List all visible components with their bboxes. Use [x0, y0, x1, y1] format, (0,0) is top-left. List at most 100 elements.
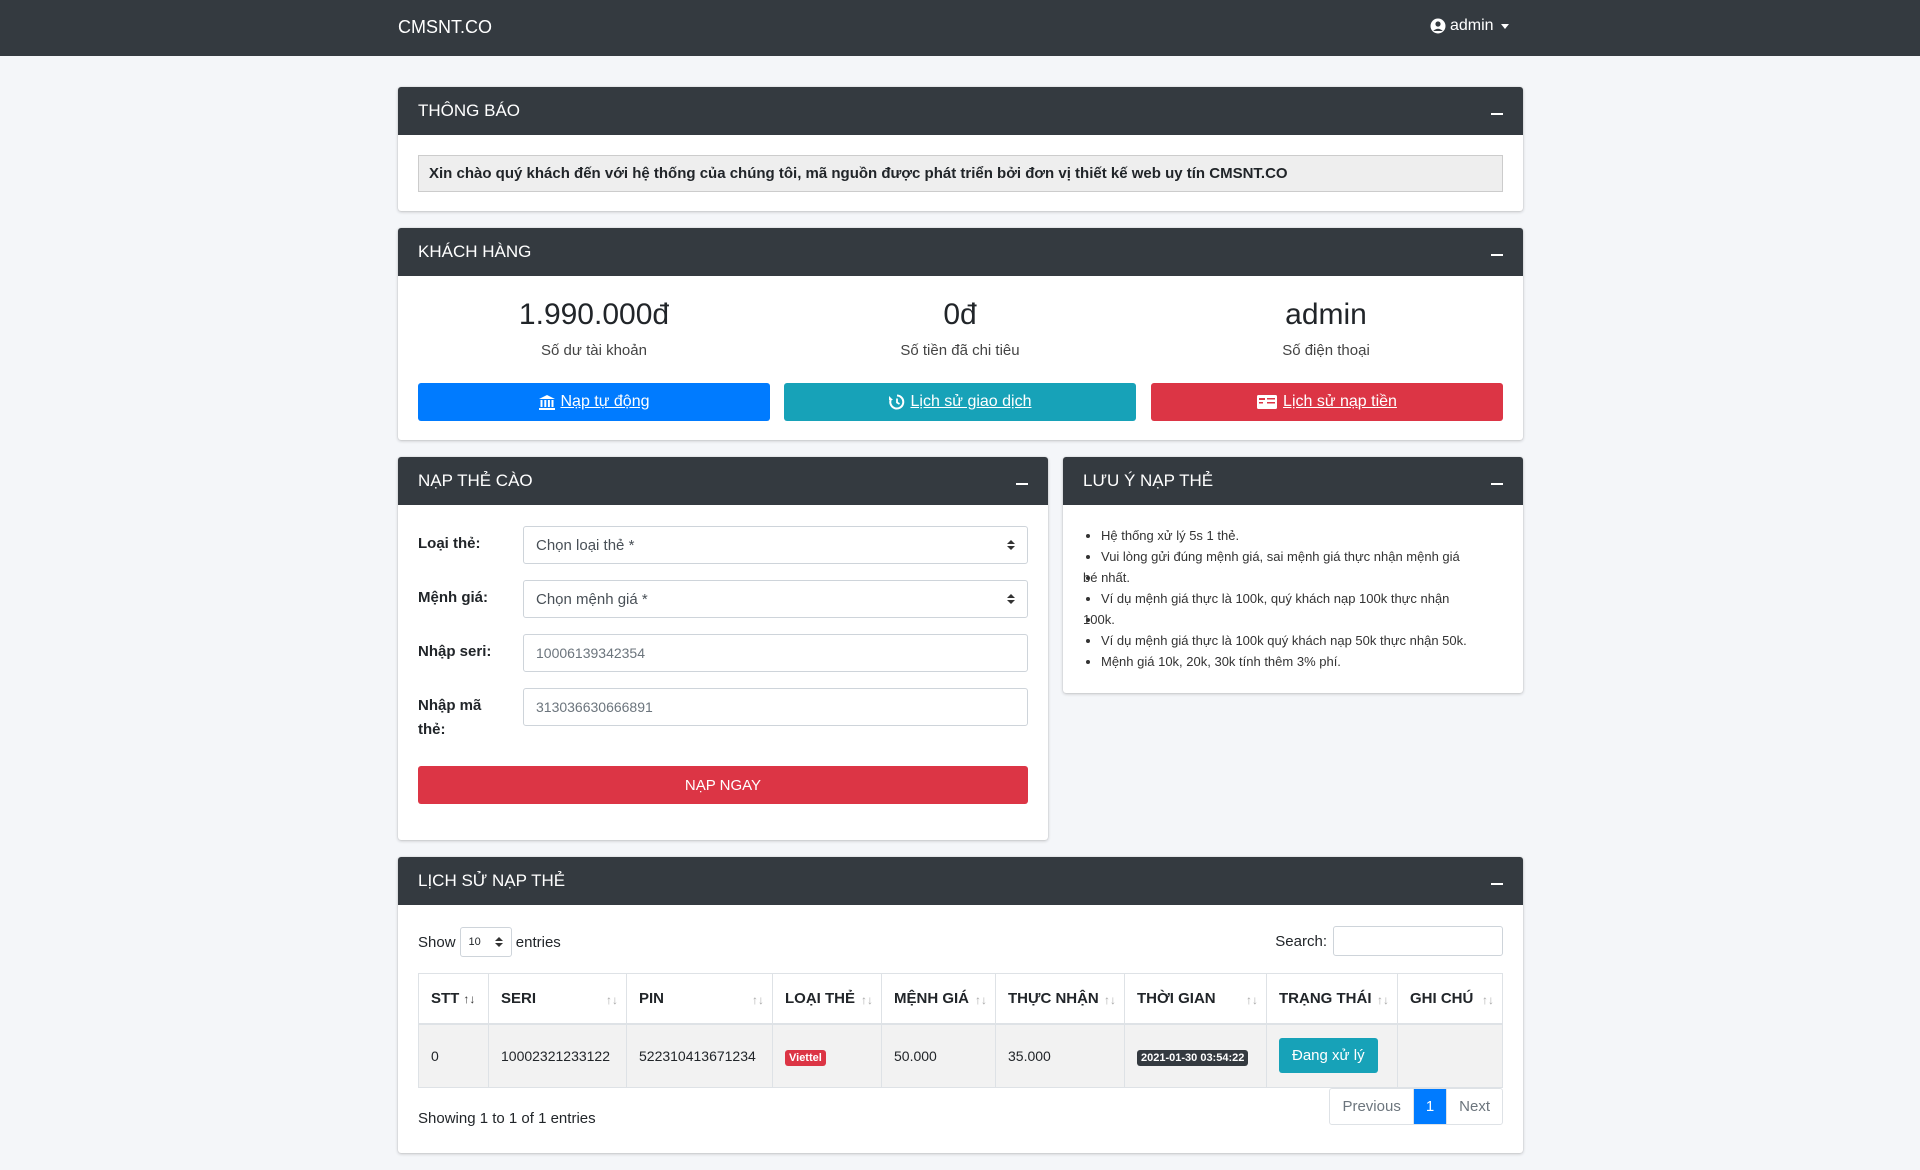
notes-card: LƯU Ý NẠP THẺ Hệ thống xử lý 5s 1 thẻ. V… — [1063, 457, 1523, 693]
bank-icon — [538, 394, 555, 410]
submit-topup-button[interactable]: NẠP NGAY — [418, 766, 1028, 804]
col-received[interactable]: THỰC NHẬN ↑↓ — [995, 973, 1125, 1025]
customer-card: KHÁCH HÀNG 1.990.000đ Số dư tài khoản 0đ… — [398, 228, 1523, 440]
transaction-history-label: Lịch sử giao dịch — [910, 393, 1032, 410]
brand-link[interactable]: CMSNT.CO — [398, 17, 492, 38]
time-badge: 2021-01-30 03:54:22 — [1137, 1049, 1249, 1066]
serial-label: Nhập seri: — [418, 643, 492, 660]
card-amount-value: Chọn mệnh giá * — [536, 590, 648, 608]
sort-icon: ↑↓ — [861, 993, 873, 1007]
serial-input[interactable]: 10006139342354 — [523, 634, 1028, 672]
sort-icon: ↑↓ — [975, 993, 987, 1007]
collapse-icon[interactable] — [1491, 483, 1503, 485]
card-code-input[interactable]: 313036630666891 — [523, 688, 1028, 726]
cell-received: 35.000 — [995, 1023, 1125, 1088]
card-type-value: Chọn loại thẻ * — [536, 536, 635, 554]
notes-title: LƯU Ý NẠP THẺ — [1083, 471, 1214, 490]
auto-topup-label: Nạp tự động — [560, 393, 650, 410]
notes-header: LƯU Ý NẠP THẺ — [1063, 457, 1523, 505]
col-label: THỜI GIAN — [1137, 989, 1216, 1007]
sort-icon: ↑↓ — [752, 993, 764, 1007]
notice-card-header: THÔNG BÁO — [398, 87, 1523, 135]
note-item: Ví dụ mệnh giá thực là 100k quý khách nạ… — [1083, 630, 1503, 651]
card-topup-card: NẠP THẺ CÀO Loại thẻ: Chọn loại thẻ * Mệ… — [398, 457, 1048, 840]
stat-value: 1.990.000đ — [518, 298, 670, 331]
col-label: PIN — [639, 989, 665, 1007]
sort-icon: ↑↓ — [1377, 993, 1389, 1007]
auto-topup-button[interactable]: Nạp tự động — [418, 383, 770, 421]
collapse-icon[interactable] — [1491, 883, 1503, 885]
prev-page-button[interactable]: Previous — [1330, 1089, 1414, 1124]
cell-note — [1397, 1023, 1503, 1088]
collapse-icon[interactable] — [1491, 113, 1503, 115]
stat-value: admin — [1285, 298, 1367, 331]
card-code-label: Nhập mã thẻ: — [418, 694, 498, 742]
col-pin[interactable]: PIN ↑↓ — [626, 973, 773, 1025]
card-amount-select[interactable]: Chọn mệnh giá * — [523, 580, 1028, 618]
notice-card: THÔNG BÁO Xin chào quý khách đến với hệ … — [398, 87, 1523, 211]
page-1-button[interactable]: 1 — [1413, 1089, 1448, 1124]
show-label: Show — [418, 933, 456, 951]
user-name: admin — [1450, 17, 1494, 34]
select-arrows-icon — [1007, 594, 1015, 604]
table-info: Showing 1 to 1 of 1 entries — [418, 1110, 596, 1127]
card-history-card: LỊCH SỬ NẠP THẺ Show 10 entries Search: … — [398, 857, 1523, 1153]
col-label: LOẠI THẺ — [785, 989, 855, 1007]
user-menu[interactable]: admin — [1430, 17, 1509, 35]
stat-label: Số dư tài khoản — [541, 342, 647, 359]
card-topup-title: NẠP THẺ CÀO — [418, 471, 533, 490]
col-label: TRẠNG THÁI — [1279, 989, 1372, 1007]
select-arrows-icon — [1007, 540, 1015, 550]
search-input[interactable] — [1333, 926, 1503, 956]
col-label: THỰC NHẬN — [1008, 989, 1099, 1007]
select-arrows-icon — [494, 937, 503, 947]
entries-select[interactable]: 10 — [459, 927, 512, 957]
collapse-icon[interactable] — [1491, 254, 1503, 256]
stat-balance: 1.990.000đ Số dư tài khoản — [418, 298, 770, 359]
history-icon — [888, 394, 904, 410]
col-seri[interactable]: SERI ↑↓ — [488, 973, 627, 1025]
col-label: GHI CHÚ — [1410, 989, 1474, 1007]
note-item: Hệ thống xử lý 5s 1 thẻ. — [1083, 525, 1503, 546]
entries-control: Show 10 entries — [418, 927, 561, 957]
note-text: bé nhất. — [1083, 570, 1130, 585]
card-history-header: LỊCH SỬ NẠP THẺ — [398, 857, 1523, 905]
topup-history-button[interactable]: Lịch sử nạp tiền — [1151, 383, 1503, 421]
transaction-history-button[interactable]: Lịch sử giao dịch — [784, 383, 1136, 421]
user-circle-icon — [1430, 18, 1446, 34]
cell-stt: 0 — [418, 1023, 489, 1088]
search-label: Search: — [1275, 932, 1327, 950]
customer-card-header: KHÁCH HÀNG — [398, 228, 1523, 276]
status-button[interactable]: Đang xử lý — [1279, 1038, 1378, 1074]
next-page-button[interactable]: Next — [1447, 1089, 1502, 1124]
card-topup-header: NẠP THẺ CÀO — [398, 457, 1048, 505]
collapse-icon[interactable] — [1016, 483, 1028, 485]
col-amount[interactable]: MỆNH GIÁ ↑↓ — [881, 973, 996, 1025]
card-amount-label: Mệnh giá: — [418, 589, 488, 606]
note-item-cont: bé nhất. — [1083, 567, 1503, 588]
note-item: Mệnh giá 10k, 20k, 30k tính thêm 3% phí. — [1083, 651, 1503, 672]
col-note[interactable]: GHI CHÚ ↑↓ — [1397, 973, 1503, 1025]
stat-phone: admin Số điện thoại — [1150, 298, 1502, 359]
col-time[interactable]: THỜI GIAN ↑↓ — [1124, 973, 1267, 1025]
card-type-select[interactable]: Chọn loại thẻ * — [523, 526, 1028, 564]
cell-card-type: Viettel — [772, 1023, 882, 1088]
submit-topup-label: NẠP NGAY — [684, 776, 762, 794]
table-row: 0 10002321233122 522310413671234 Viettel… — [418, 1023, 1503, 1088]
col-card-type[interactable]: LOẠI THẺ ↑↓ — [772, 973, 882, 1025]
customer-title: KHÁCH HÀNG — [418, 242, 532, 261]
cell-pin: 522310413671234 — [626, 1023, 773, 1088]
notes-list: Hệ thống xử lý 5s 1 thẻ. Vui lòng gửi đú… — [1063, 505, 1523, 672]
card-code-label-line2: thẻ: — [418, 721, 446, 738]
card-type-label: Loại thẻ: — [418, 535, 481, 552]
cell-status: Đang xử lý — [1266, 1023, 1398, 1088]
sort-icon: ↑↓ — [606, 993, 618, 1007]
col-status[interactable]: TRẠNG THÁI ↑↓ — [1266, 973, 1398, 1025]
note-item: Vui lòng gửi đúng mệnh giá, sai mệnh giá… — [1083, 546, 1503, 567]
search-control: Search: — [1275, 926, 1503, 956]
cell-time: 2021-01-30 03:54:22 — [1124, 1023, 1267, 1088]
sort-asc-icon: ↑↓ — [463, 991, 476, 1006]
sort-icon: ↑↓ — [1482, 993, 1494, 1007]
col-stt[interactable]: STT ↑↓ — [418, 973, 489, 1025]
stat-label: Số điện thoại — [1282, 342, 1370, 359]
